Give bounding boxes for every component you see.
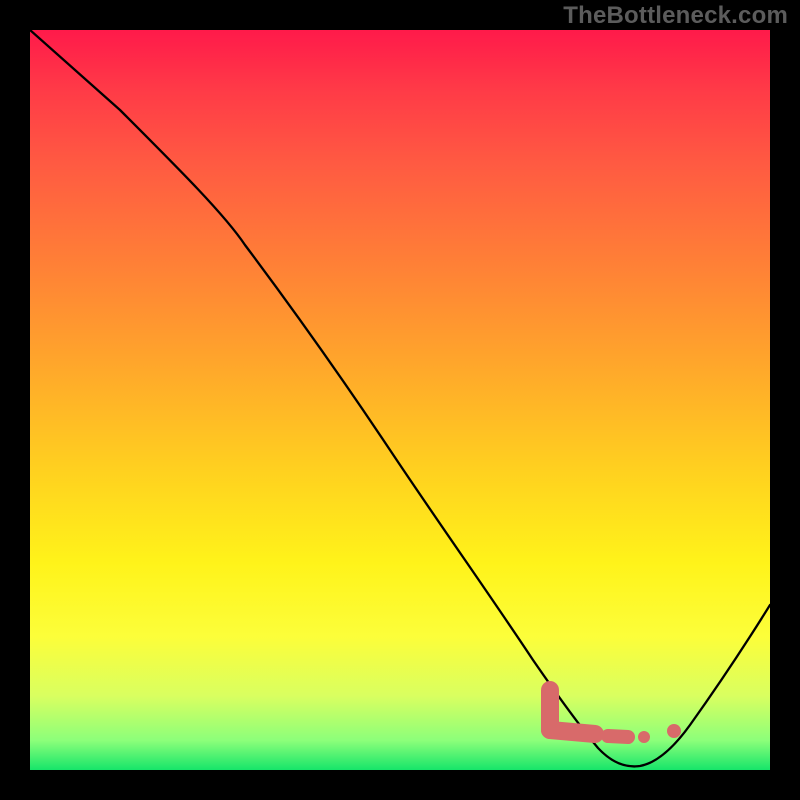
bottleneck-curve (30, 30, 770, 766)
artifact-dot-2 (667, 724, 681, 738)
chart-frame: TheBottleneck.com (0, 0, 800, 800)
artifact-dot-1 (638, 731, 650, 743)
artifact-dash-2 (608, 736, 628, 737)
chart-overlay (30, 30, 770, 770)
curve-marker-artifact (550, 690, 681, 743)
artifact-horizontal-1 (550, 730, 595, 734)
watermark-text: TheBottleneck.com (563, 2, 788, 30)
